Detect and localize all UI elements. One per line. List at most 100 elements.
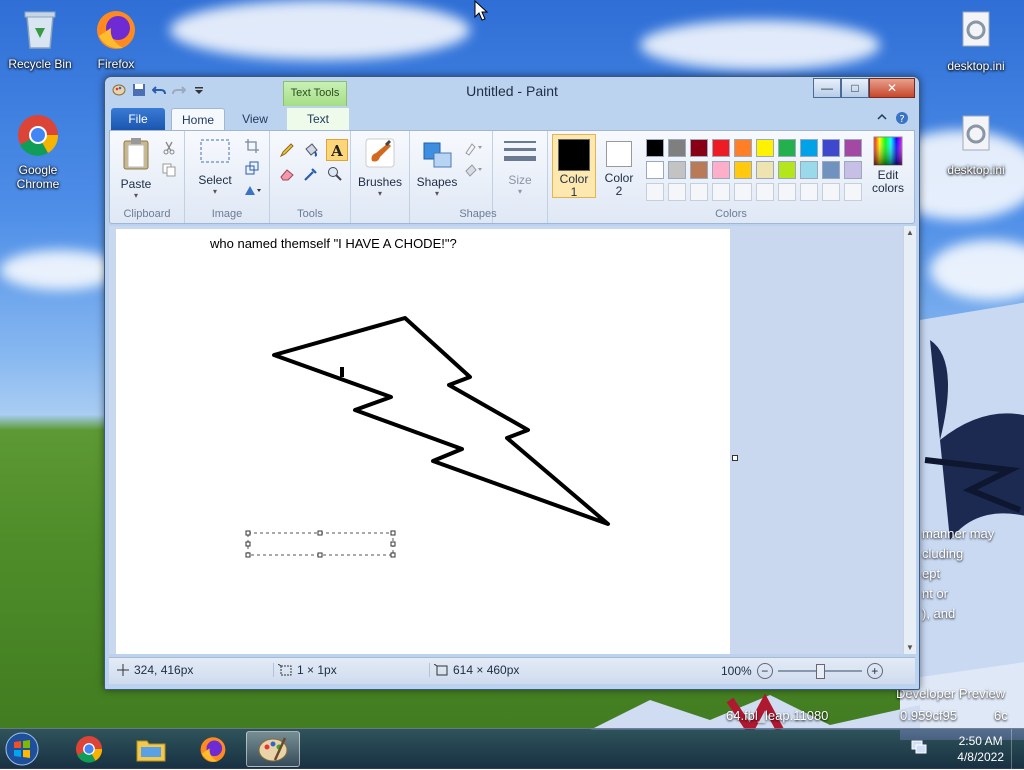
edit-colors-button[interactable]: Edit colors [866,134,910,195]
image-size-text: 614 × 460px [453,663,520,677]
palette-swatch[interactable] [800,161,818,179]
zoom-in-button[interactable]: + [866,663,883,679]
color2-label: Color 2 [604,171,634,198]
network-tray-icon[interactable] [910,739,928,758]
outline-icon[interactable] [464,139,482,157]
selection-size-icon [278,664,292,676]
palette-swatch[interactable] [822,161,840,179]
vertical-scrollbar[interactable]: ▲ ▼ [903,226,916,654]
palette-swatch[interactable] [778,139,796,157]
canvas-resize-handle[interactable] [732,455,738,461]
taskbar-firefox[interactable] [186,731,240,767]
start-button[interactable] [4,731,48,767]
desktop-icon-desktop-ini[interactable]: desktop.ini [938,8,1014,73]
rotate-icon[interactable] [243,181,261,199]
tab-file[interactable]: File [111,108,165,130]
palette-swatch[interactable] [778,161,796,179]
watermark-build-string: 6c [994,708,1008,723]
palette-swatch-empty[interactable] [712,183,730,201]
status-zoom: 100% − + [721,663,883,679]
show-desktop-button[interactable] [1011,729,1024,769]
watermark-build-string: 0.959cf95 [900,708,958,723]
text-tool-icon[interactable]: A [326,139,348,161]
group-label-colors: Colors [715,208,747,220]
palette-swatch[interactable] [822,139,840,157]
pencil-icon[interactable] [278,141,296,159]
color-spectrum-icon [873,136,903,166]
taskbar-paint[interactable] [246,731,300,767]
palette-swatch[interactable] [756,139,774,157]
palette-swatch-empty[interactable] [844,183,862,201]
text-selection-box[interactable] [244,529,404,559]
system-clock[interactable]: 2:50 AM 4/8/2022 [957,733,1004,765]
palette-swatch-empty[interactable] [690,183,708,201]
paste-label: Paste [120,177,152,191]
brush-icon [365,138,395,168]
palette-swatch[interactable] [734,139,752,157]
drawing-canvas[interactable]: who named themself "I HAVE A CHODE!"? [116,229,730,654]
palette-swatch[interactable] [712,161,730,179]
copy-icon[interactable] [160,161,178,179]
palette-swatch[interactable] [646,161,664,179]
fill-shape-icon[interactable] [464,161,482,179]
palette-swatch[interactable] [646,139,664,157]
eraser-icon[interactable] [278,165,296,183]
fill-icon[interactable] [302,141,320,159]
palette-swatch-empty[interactable] [800,183,818,201]
resize-icon[interactable] [243,159,261,177]
palette-swatch[interactable] [756,161,774,179]
select-button[interactable]: Select ▾ [193,137,237,196]
color-picker-icon[interactable] [302,165,320,183]
minimize-button[interactable]: — [813,78,841,98]
zoom-slider-thumb[interactable] [815,664,825,679]
taskbar-file-explorer[interactable] [124,731,178,767]
cut-icon[interactable] [160,139,178,157]
zoom-out-button[interactable]: − [756,663,773,679]
desktop-icon-desktop-ini[interactable]: desktop.ini [938,112,1014,177]
color1-button[interactable]: Color 1 [552,134,596,199]
desktop-icon-google-chrome[interactable]: Google Chrome [0,112,76,191]
palette-swatch[interactable] [668,139,686,157]
palette-swatch[interactable] [712,139,730,157]
palette-swatch[interactable] [844,139,862,157]
close-button[interactable]: ✕ [869,78,915,98]
desktop-icon-label: desktop.ini [947,59,1005,73]
taskbar-chrome[interactable] [62,731,116,767]
palette-swatch[interactable] [690,161,708,179]
palette-swatch-empty[interactable] [822,183,840,201]
palette-swatch[interactable] [668,161,686,179]
scroll-down-icon[interactable]: ▼ [904,643,916,652]
paint-window: Text Tools Untitled - Paint — □ ✕ File H… [104,76,920,690]
tab-text[interactable]: Text [287,108,349,130]
magnifier-icon[interactable] [326,165,344,183]
group-image: Select ▾ Image [185,131,270,223]
palette-swatch-empty[interactable] [734,183,752,201]
title-bar[interactable]: Text Tools Untitled - Paint — □ ✕ [105,77,919,107]
cloud [930,240,1024,300]
size-button[interactable]: Size ▾ [497,137,543,196]
maximize-button[interactable]: □ [841,78,869,98]
palette-swatch[interactable] [844,161,862,179]
crop-icon[interactable] [243,137,261,155]
zoom-slider[interactable] [777,664,862,679]
palette-swatch-empty[interactable] [756,183,774,201]
palette-swatch-empty[interactable] [668,183,686,201]
palette-swatch[interactable] [734,161,752,179]
tab-home[interactable]: Home [171,108,225,131]
paste-button[interactable]: Paste ▾ [116,137,156,200]
palette-swatch-empty[interactable] [778,183,796,201]
desktop-icon-firefox[interactable]: Firefox [78,6,154,71]
desktop-icon-recycle-bin[interactable]: Recycle Bin [2,6,78,71]
help-icon[interactable]: ? [895,111,909,128]
group-colors: Color 1 Color 2 Edit colors Colors [548,131,914,223]
palette-swatch[interactable] [690,139,708,157]
tab-view[interactable]: View [227,108,283,130]
minimize-ribbon-icon[interactable] [877,111,887,128]
color2-button[interactable]: Color 2 [598,134,640,198]
palette-swatch-empty[interactable] [646,183,664,201]
brushes-button[interactable]: Brushes ▾ [355,137,405,198]
scroll-up-icon[interactable]: ▲ [904,228,916,237]
palette-swatch[interactable] [800,139,818,157]
shapes-label: Shapes [416,175,458,189]
shapes-button[interactable]: Shapes ▾ [414,137,460,198]
